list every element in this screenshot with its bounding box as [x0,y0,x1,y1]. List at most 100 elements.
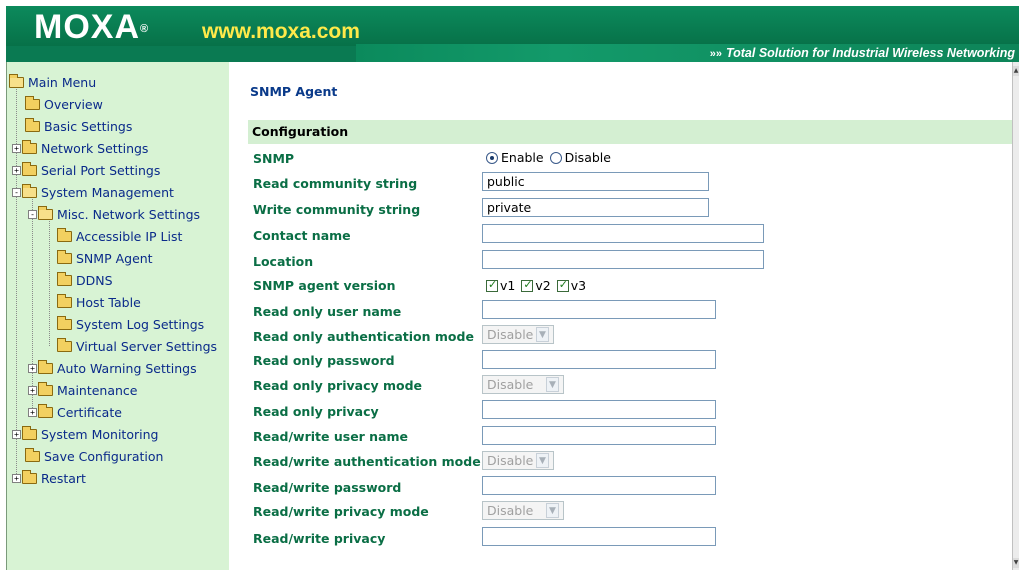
collapse-minus-icon[interactable]: - [28,209,37,219]
sidebar-item-serial-port-settings[interactable]: + Serial Port Settings [12,160,160,180]
rw-password-input[interactable] [482,476,716,495]
sidebar-item-system-log-settings[interactable]: System Log Settings [57,314,204,334]
expand-plus-icon[interactable]: + [12,143,21,153]
section-title: Configuration [252,124,349,139]
ro-password-label: Read only password [253,353,395,368]
registered-mark: ® [140,23,150,35]
sidebar-item-host-table[interactable]: Host Table [57,292,141,312]
snmp-disable-radio[interactable] [549,151,562,164]
sidebar-item-network-settings[interactable]: + Network Settings [12,138,148,158]
moxa-url: www.moxa.com [202,20,360,43]
snmp-version-label: SNMP agent version [253,278,396,293]
collapse-minus-icon[interactable]: - [12,187,21,197]
sidebar-item-snmp-agent[interactable]: SNMP Agent [57,248,153,268]
folder-icon [57,315,72,330]
rw-privacy-mode-select[interactable]: Disable ▼ [482,501,564,520]
expand-plus-icon[interactable]: + [12,429,21,439]
ro-user-label: Read only user name [253,304,402,319]
dropdown-arrow-icon: ▼ [546,377,559,392]
location-input[interactable] [482,250,764,269]
folder-icon [25,117,40,132]
rw-user-label: Read/write user name [253,429,409,444]
snmp-v2-label: v2 [535,278,551,293]
vertical-scrollbar[interactable]: ▲ ▼ [1012,62,1019,570]
folder-icon [22,139,37,154]
dropdown-arrow-icon: ▼ [536,453,549,468]
ro-user-input[interactable] [482,300,716,319]
sidebar-item-accessible-ip-list[interactable]: Accessible IP List [57,226,182,246]
folder-icon [57,293,72,308]
expand-plus-icon[interactable]: + [12,473,21,483]
ro-privacy-mode-label: Read only privacy mode [253,378,423,393]
main-content: SNMP Agent Configuration SNMP Enable Dis… [233,62,1012,570]
sidebar-item-misc-network-settings[interactable]: - Misc. Network Settings [28,204,200,224]
ro-privacy-label: Read only privacy [253,404,379,419]
sidebar-item-system-management[interactable]: - System Management [12,182,174,202]
sidebar-item-overview[interactable]: Overview [25,94,103,114]
sidebar-item-certificate[interactable]: + Certificate [28,402,122,422]
sidebar-item-basic-settings[interactable]: Basic Settings [25,116,132,136]
folder-icon [22,161,37,176]
sidebar-item-auto-warning-settings[interactable]: + Auto Warning Settings [28,358,197,378]
rw-auth-mode-label: Read/write authentication mode [253,454,481,469]
read-community-input[interactable]: public [482,172,709,191]
open-folder-icon [38,205,53,220]
folder-icon [25,95,40,110]
ro-auth-mode-select[interactable]: Disable ▼ [482,325,554,344]
snmp-v3-checkbox[interactable] [556,278,569,292]
header-top-bar [6,6,1019,46]
scroll-up-arrow-icon[interactable]: ▲ [1013,66,1019,76]
location-label: Location [253,254,314,269]
snmp-enable-radio[interactable] [486,151,498,164]
sidebar-item-main-menu[interactable]: Main Menu [9,72,96,92]
write-community-input[interactable]: private [482,198,709,217]
folder-icon [57,271,72,286]
sidebar-item-save-configuration[interactable]: Save Configuration [25,446,163,466]
snmp-v3-label: v3 [570,278,587,293]
write-community-label: Write community string [253,202,421,217]
snmp-radio-group: Enable Disable [486,150,611,165]
dropdown-arrow-icon: ▼ [546,503,559,518]
snmp-version-checkboxes: v1 v2 v3 [486,278,586,293]
snmp-v1-label: v1 [500,278,516,293]
expand-plus-icon[interactable]: + [12,165,21,175]
rw-privacy-input[interactable] [482,527,716,546]
expand-plus-icon[interactable]: + [28,385,37,395]
sidebar-item-virtual-server-settings[interactable]: Virtual Server Settings [57,336,217,356]
snmp-v2-checkbox[interactable] [521,278,534,292]
sidebar-menu-tree: Main Menu Overview Basic Settings + Netwo… [6,62,229,570]
expand-plus-icon[interactable]: + [28,363,37,373]
contact-name-input[interactable] [482,224,764,243]
sidebar-item-maintenance[interactable]: + Maintenance [28,380,138,400]
moxa-logo: MOXA® [34,8,150,46]
sidebar-item-system-monitoring[interactable]: + System Monitoring [12,424,158,444]
double-chevron-icon: »» [709,48,722,60]
ro-privacy-input[interactable] [482,400,716,419]
page-title: SNMP Agent [250,84,338,99]
ro-password-input[interactable] [482,350,716,369]
folder-icon [25,447,40,462]
rw-auth-mode-select[interactable]: Disable ▼ [482,451,554,470]
ro-privacy-mode-select[interactable]: Disable ▼ [482,375,564,394]
header-tagline: »» Total Solution for Industrial Wireless… [709,46,1015,60]
sidebar-item-restart[interactable]: + Restart [12,468,86,488]
folder-icon [22,469,37,484]
read-community-label: Read community string [253,176,418,191]
snmp-v1-checkbox[interactable] [486,278,498,292]
folder-icon [38,403,53,418]
folder-icon [57,227,72,242]
snmp-enable-label: Enable [501,150,544,165]
snmp-disable-label: Disable [564,150,611,165]
rw-user-input[interactable] [482,426,716,445]
scroll-down-arrow-icon[interactable]: ▼ [1013,558,1019,568]
header-banner: MOXA® www.moxa.com »» Total Solution for … [6,6,1019,62]
rw-password-label: Read/write password [253,480,402,495]
expand-plus-icon[interactable]: + [28,407,37,417]
folder-icon [22,425,37,440]
folder-icon [57,249,72,264]
rw-privacy-mode-label: Read/write privacy mode [253,504,429,519]
snmp-label: SNMP [253,151,295,166]
sidebar-item-ddns[interactable]: DDNS [57,270,113,290]
folder-icon [38,359,53,374]
open-folder-icon [9,73,24,88]
